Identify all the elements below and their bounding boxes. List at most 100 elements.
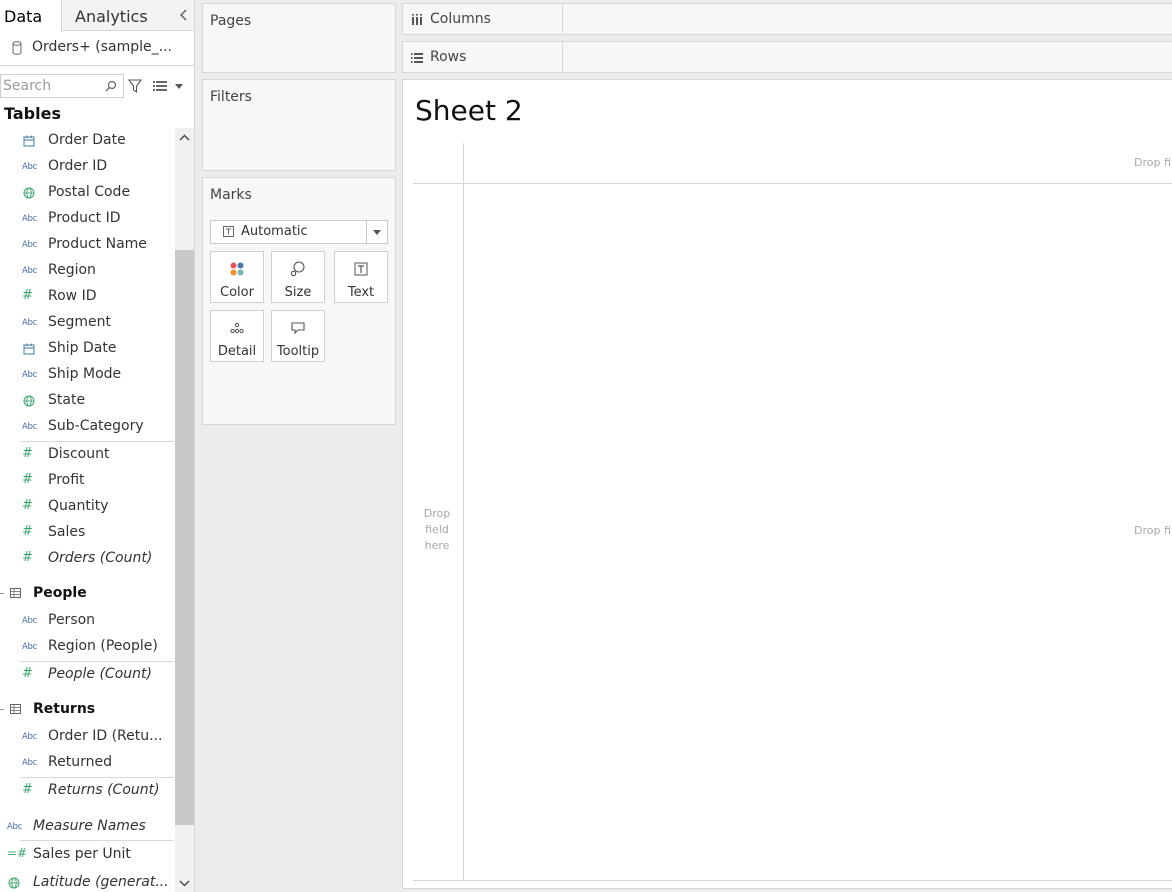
field-item[interactable]: # Orders (Count) (0, 546, 174, 572)
number-type-icon: # (22, 666, 33, 681)
table-group-header[interactable]: Returns (0, 696, 174, 724)
dropdown-arrow-icon[interactable] (373, 230, 381, 235)
field-label: Region (People) (48, 638, 158, 654)
color-button[interactable]: Color (210, 251, 264, 303)
rows-shelf[interactable]: Rows (402, 41, 1172, 73)
mark-type-divider (366, 221, 367, 243)
field-label: Order Date (48, 132, 126, 148)
field-item[interactable]: # Quantity (0, 494, 174, 520)
field-item[interactable]: Abc Order ID (0, 154, 174, 180)
sheet-canvas[interactable]: Sheet 2 Drop fi Drop field here Drop fi (402, 79, 1172, 889)
scrollbar-thumb[interactable] (175, 250, 194, 825)
number-type-icon: # (22, 782, 33, 797)
field-item[interactable]: Abc Order ID (Retu... (0, 724, 174, 750)
table-group-label: People (33, 585, 87, 601)
field-label: Quantity (48, 498, 109, 514)
field-label: Sales per Unit (33, 846, 131, 862)
search-icon[interactable] (105, 80, 117, 92)
field-item[interactable]: Abc Product ID (0, 206, 174, 232)
number-type-icon: # (22, 498, 33, 513)
field-label: Product Name (48, 236, 147, 252)
date-type-icon (23, 135, 35, 147)
mark-type-label: Automatic (241, 224, 308, 239)
field-item[interactable]: Abc Sub-Category (0, 414, 174, 440)
field-label: Ship Date (48, 340, 117, 356)
view-list-icon[interactable] (153, 80, 167, 92)
geo-type-icon (8, 877, 20, 889)
filter-icon[interactable] (128, 79, 142, 93)
pane-tabs: Data Analytics (0, 0, 194, 32)
text-button[interactable]: Text (334, 251, 388, 303)
table-group-header[interactable]: People (0, 580, 174, 608)
field-item[interactable]: # People (Count) (0, 662, 174, 688)
field-label: Profit (48, 472, 85, 488)
field-item[interactable]: # Profit (0, 468, 174, 494)
sheet-title[interactable]: Sheet 2 (415, 94, 523, 127)
field-item[interactable]: Order Date (0, 128, 174, 154)
field-item[interactable]: State (0, 388, 174, 414)
chevron-up-icon[interactable] (179, 134, 190, 141)
string-type-icon: Abc (22, 162, 37, 172)
field-item[interactable]: Abc Returned (0, 750, 174, 776)
detail-button[interactable]: Detail (210, 310, 264, 362)
number-type-icon: # (22, 446, 33, 461)
string-type-icon: Abc (7, 822, 22, 832)
tab-analytics[interactable]: Analytics (75, 0, 148, 31)
field-item[interactable]: Latitude (generat... (0, 870, 174, 892)
field-item[interactable]: Postal Code (0, 180, 174, 206)
field-item[interactable]: # Returns (Count) (0, 778, 174, 804)
dropdown-arrow-icon[interactable] (175, 84, 183, 89)
filters-card[interactable]: Filters (202, 79, 396, 171)
string-type-icon: Abc (22, 422, 37, 432)
calculated-field-icon: =# (7, 846, 28, 860)
string-type-icon: Abc (22, 318, 37, 328)
field-item[interactable]: # Discount (0, 442, 174, 468)
tree-line (0, 593, 4, 594)
string-type-icon: Abc (22, 266, 37, 276)
pages-card[interactable]: Pages (202, 3, 396, 73)
field-item[interactable]: Ship Date (0, 336, 174, 362)
chevron-left-icon[interactable] (179, 8, 189, 22)
columns-shelf[interactable]: Columns (402, 3, 1172, 35)
table-group-label: Returns (33, 701, 96, 717)
chevron-down-icon[interactable] (179, 880, 190, 887)
datasource-row[interactable]: Orders+ (sample_... (0, 32, 194, 66)
tooltip-button[interactable]: Tooltip (271, 310, 325, 362)
field-item[interactable]: Abc Product Name (0, 232, 174, 258)
field-item[interactable]: # Row ID (0, 284, 174, 310)
field-label: Region (48, 262, 96, 278)
field-item[interactable]: Abc Ship Mode (0, 362, 174, 388)
field-item[interactable]: Abc Person (0, 608, 174, 634)
number-type-icon: # (22, 550, 33, 565)
field-list-scrollbar[interactable] (175, 128, 194, 892)
field-label: Orders (Count) (48, 550, 153, 566)
number-type-icon: # (22, 472, 33, 487)
text-button-label: Text (347, 285, 375, 300)
rows-icon (411, 53, 423, 63)
tooltip-button-label: Tooltip (276, 344, 320, 359)
filters-card-title: Filters (210, 89, 252, 105)
tab-data[interactable]: Data (0, 0, 62, 32)
drop-zone-columns[interactable]: Drop fi (1134, 155, 1171, 171)
size-icon (290, 261, 305, 277)
field-item[interactable]: # Sales (0, 520, 174, 546)
color-button-label: Color (220, 285, 254, 300)
rows-shelf-label: Rows (430, 49, 467, 65)
search-input[interactable] (3, 77, 103, 95)
string-type-icon: Abc (22, 732, 37, 742)
sheet-bottom-divider (413, 880, 1172, 881)
size-button[interactable]: Size (271, 251, 325, 303)
column-header-divider (413, 183, 1172, 184)
number-type-icon: # (22, 524, 33, 539)
field-label: Ship Mode (48, 366, 122, 382)
field-item[interactable]: Abc Region (0, 258, 174, 284)
field-item[interactable]: Abc Segment (0, 310, 174, 336)
mark-type-dropdown[interactable]: Automatic (210, 220, 388, 244)
field-item[interactable]: Abc Region (People) (0, 634, 174, 660)
drop-zone-center[interactable]: Drop fi (1134, 523, 1171, 539)
field-item[interactable]: Abc Measure Names (0, 814, 174, 840)
marks-card-title: Marks (210, 187, 252, 203)
field-item[interactable]: =# Sales per Unit (0, 842, 174, 868)
search-row (0, 74, 194, 100)
drop-zone-rows[interactable]: Drop field here (413, 506, 461, 554)
